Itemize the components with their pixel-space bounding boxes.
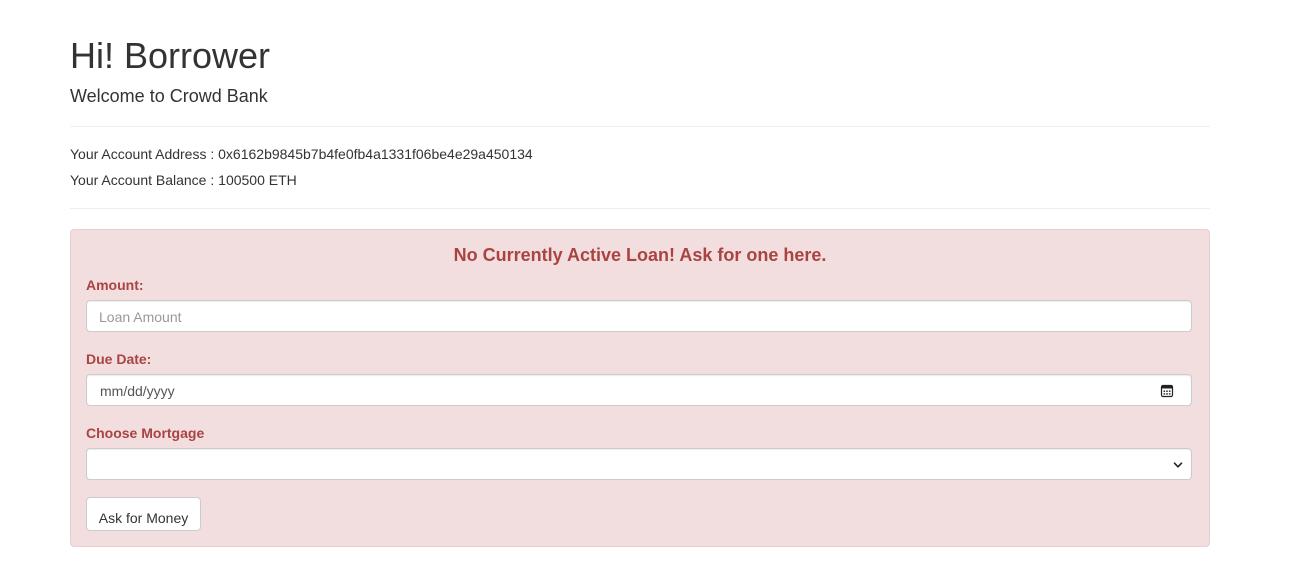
account-address-value: 0x6162b9845b7b4fe0fb4a1331f06be4e29a4501…	[218, 146, 533, 162]
loan-request-panel: No Currently Active Loan! Ask for one he…	[70, 229, 1210, 547]
mortgage-select[interactable]	[86, 448, 1192, 480]
loan-status-heading: No Currently Active Loan! Ask for one he…	[453, 245, 827, 265]
page-title: Hi! Borrower	[70, 35, 271, 76]
account-balance-value: 100500 ETH	[218, 172, 297, 188]
divider-bottom	[70, 208, 1210, 209]
ask-for-money-button[interactable]: Ask for Money	[86, 497, 201, 531]
page: Hi! Borrower Welcome to Crowd Bank Your …	[0, 0, 1296, 570]
chevron-down-icon	[1173, 462, 1183, 468]
mortgage-label: Choose Mortgage	[86, 425, 205, 441]
due-date-input[interactable]: mm/dd/yyyy	[86, 374, 1192, 406]
account-address-label: Your Account Address :	[70, 146, 215, 162]
amount-placeholder: Loan Amount	[99, 309, 182, 325]
account-address-line: Your Account Address : 0x6162b9845b7b4fe…	[70, 146, 533, 162]
due-date-label: Due Date:	[86, 351, 152, 367]
calendar-icon[interactable]	[1160, 384, 1174, 398]
divider-top	[70, 126, 1210, 127]
due-date-placeholder: mm/dd/yyyy	[100, 383, 175, 399]
page-subtitle: Welcome to Crowd Bank	[70, 86, 268, 106]
amount-input[interactable]: Loan Amount	[86, 300, 1192, 332]
account-balance-line: Your Account Balance : 100500 ETH	[70, 172, 297, 188]
amount-label: Amount:	[86, 277, 144, 293]
account-balance-label: Your Account Balance :	[70, 172, 215, 188]
